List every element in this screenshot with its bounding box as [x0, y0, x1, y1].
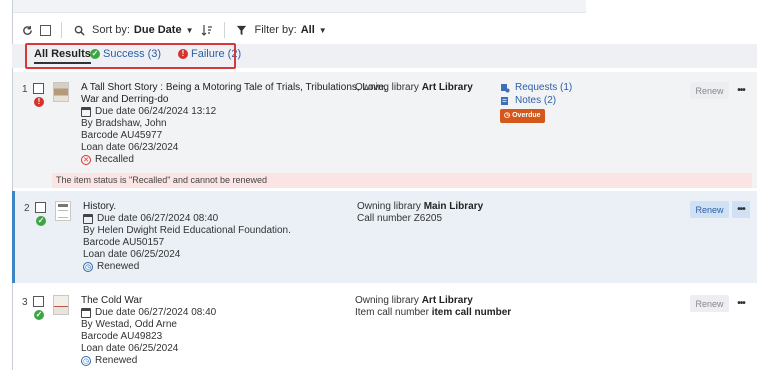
- filter-dropdown[interactable]: All: [301, 24, 315, 36]
- author: By Helen Dwight Reid Educational Foundat…: [83, 225, 291, 236]
- item-status: Recalled: [95, 154, 134, 165]
- filter-label: Filter by:: [254, 24, 297, 36]
- notes-label: Notes (2): [515, 95, 557, 106]
- loan-date: Loan date 06/25/2024: [81, 343, 179, 354]
- more-actions-icon[interactable]: •••: [732, 295, 750, 312]
- toolbar-divider: [223, 22, 225, 38]
- sort-direction-icon[interactable]: [200, 23, 214, 37]
- requests-link[interactable]: Requests (1): [500, 82, 572, 94]
- error-message: The item status is "Recalled" and cannot…: [52, 173, 752, 188]
- owning-library-label: Owning library: [355, 295, 419, 306]
- item-status: Renewed: [95, 355, 138, 366]
- calendar-icon: [83, 214, 93, 224]
- owning-library-value: Main Library: [423, 201, 484, 212]
- clock-icon: ◷: [83, 262, 93, 272]
- more-actions-icon[interactable]: •••: [732, 82, 750, 99]
- more-actions-icon[interactable]: •••: [732, 201, 750, 218]
- row-index: 2: [24, 203, 30, 214]
- item-info: The Cold War Due date 06/27/2024 08:40 B…: [81, 295, 216, 367]
- failure-icon: !: [34, 97, 44, 107]
- clock-icon: ◷: [81, 356, 91, 366]
- book-cover-thumbnail: [55, 201, 71, 221]
- notes-link[interactable]: Notes (2): [500, 95, 572, 107]
- success-icon: ✓: [36, 216, 46, 226]
- success-icon: ✓: [34, 310, 44, 320]
- row-checkbox[interactable]: [33, 83, 44, 94]
- barcode: Barcode AU50157: [83, 237, 165, 248]
- refresh-icon[interactable]: [20, 23, 34, 37]
- calendar-icon: [81, 308, 91, 318]
- filter-icon[interactable]: [235, 23, 249, 37]
- select-all-checkbox[interactable]: [40, 24, 51, 36]
- row-checkbox[interactable]: [35, 202, 46, 213]
- overdue-label: Overdue: [512, 112, 541, 119]
- renew-button[interactable]: Renew: [690, 82, 729, 99]
- author: By Bradshaw, John: [81, 118, 167, 129]
- highlight-box: [25, 43, 236, 69]
- row-index: 1: [22, 84, 28, 95]
- chevron-down-icon[interactable]: ▼: [186, 26, 194, 35]
- book-cover-thumbnail: [53, 82, 69, 102]
- item-title[interactable]: The Cold War: [81, 295, 216, 307]
- list-item: 2 ✓ History. Due date 06/27/2024 08:40 B…: [12, 191, 757, 283]
- author: By Westad, Odd Arne: [81, 319, 177, 330]
- due-date: Due date 06/27/2024 08:40: [95, 307, 217, 318]
- x-circle-icon: ✕: [81, 155, 91, 165]
- renew-button[interactable]: Renew: [690, 201, 729, 218]
- barcode: Barcode AU45977: [81, 130, 163, 141]
- row-checkbox[interactable]: [33, 296, 44, 307]
- chevron-down-icon[interactable]: ▼: [319, 26, 327, 35]
- item-info: A Tall Short Story : Being a Motoring Ta…: [81, 82, 387, 166]
- list-item: 3 ✓ The Cold War Due date 06/27/2024 08:…: [13, 285, 757, 370]
- item-title[interactable]: A Tall Short Story : Being a Motoring Ta…: [81, 82, 387, 94]
- barcode: Barcode AU49823: [81, 331, 163, 342]
- item-info: History. Due date 06/27/2024 08:40 By He…: [83, 201, 291, 273]
- call-number-label: Item call number: [355, 307, 429, 318]
- owning-library-value: Art Library: [421, 295, 473, 306]
- search-icon[interactable]: [72, 23, 86, 37]
- overdue-badge: ◷ Overdue: [500, 109, 545, 123]
- call-number-value: item call number: [431, 307, 512, 318]
- requests-icon: [501, 84, 510, 93]
- library-info: Owning library Art Library: [355, 82, 473, 94]
- due-date: Due date 06/24/2024 13:12: [95, 106, 217, 117]
- row-index: 3: [22, 297, 28, 308]
- list-item: 1 ! A Tall Short Story : Being a Motorin…: [13, 72, 757, 188]
- item-links: Requests (1) Notes (2) ◷ Overdue: [500, 82, 572, 123]
- book-cover-thumbnail: [53, 295, 69, 315]
- sort-label: Sort by:: [92, 24, 130, 36]
- loan-date: Loan date 06/23/2024: [81, 142, 179, 153]
- library-info: Owning library Art Library Item call num…: [355, 295, 511, 319]
- toolbar: Sort by: Due Date ▼ Filter by: All ▼: [20, 20, 327, 40]
- requests-label: Requests (1): [515, 82, 573, 93]
- owning-library-label: Owning library: [357, 201, 421, 212]
- loan-date: Loan date 06/25/2024: [83, 249, 181, 260]
- sort-dropdown[interactable]: Due Date: [134, 24, 182, 36]
- library-info: Owning library Main Library Call number …: [357, 201, 483, 225]
- calendar-icon: [81, 107, 91, 117]
- notes-icon: [501, 97, 508, 105]
- item-status: Renewed: [97, 261, 140, 272]
- owning-library-value: Art Library: [421, 82, 473, 93]
- owning-library-label: Owning library: [355, 82, 419, 93]
- item-title-cont: War and Derring-do: [81, 94, 169, 105]
- toolbar-divider: [61, 22, 62, 38]
- renew-button[interactable]: Renew: [690, 295, 729, 312]
- clock-icon: ◷: [504, 112, 511, 119]
- due-date: Due date 06/27/2024 08:40: [97, 213, 219, 224]
- call-number: Call number Z6205: [357, 213, 443, 224]
- item-title[interactable]: History.: [83, 201, 291, 213]
